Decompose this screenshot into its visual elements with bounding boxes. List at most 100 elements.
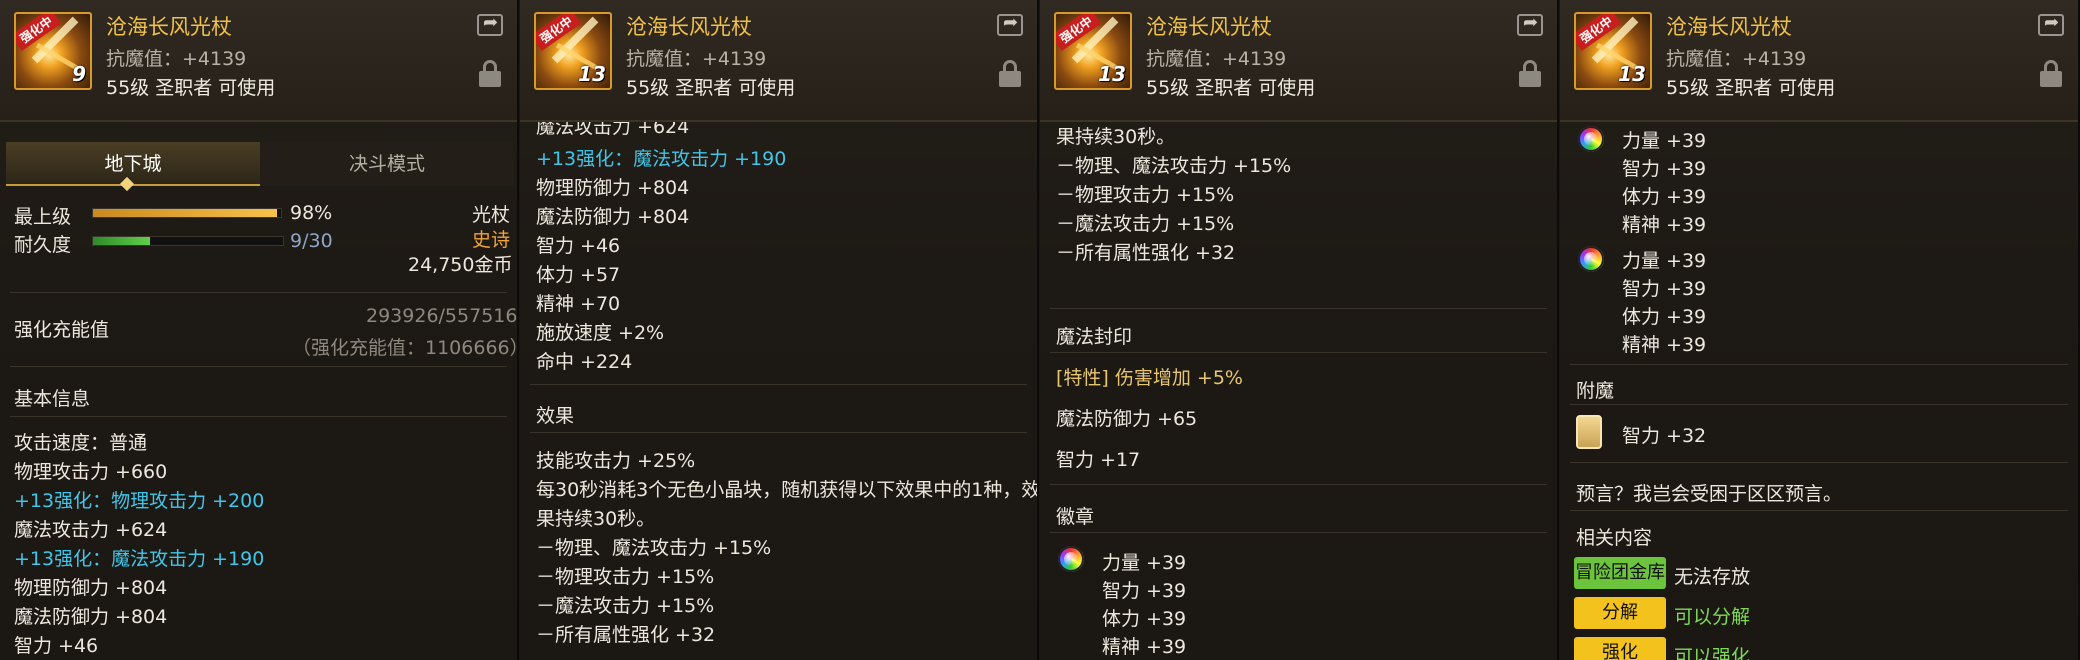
durability-value: 9/30 bbox=[290, 230, 333, 252]
item-tooltip-panel-2: 强化中 13 沧海长风光杖 抗魔值：+4139 55级 圣职者 可使用 魔法攻击… bbox=[520, 0, 1039, 660]
effect-line: －所有属性强化 +32 bbox=[1056, 242, 1236, 264]
seal-trait: [特性] 伤害增加 +5% bbox=[1056, 367, 1243, 389]
effect-line: 果持续30秒。 bbox=[536, 508, 656, 530]
lock-icon[interactable] bbox=[999, 60, 1021, 88]
emblem-stat: 精神 +39 bbox=[1102, 636, 1187, 658]
item-thumbnail: 强化中 13 bbox=[1574, 12, 1652, 90]
disassemble-badge: 分解 bbox=[1574, 597, 1666, 629]
warehouse-badge: 冒险团金库 bbox=[1574, 557, 1666, 589]
enchant-card-icon bbox=[1576, 415, 1602, 449]
reinforce-badge: 强化 bbox=[1574, 637, 1666, 660]
item-header: 强化中 13 沧海长风光杖 抗魔值：+4139 55级 圣职者 可使用 bbox=[1560, 0, 2078, 122]
related-status: 无法存放 bbox=[1674, 566, 1751, 588]
effect-line: 技能攻击力 +25% bbox=[536, 450, 696, 472]
max-level-pct: 98% bbox=[290, 202, 333, 224]
charge-note: （强化充能值：1106666） bbox=[292, 337, 519, 359]
item-name: 沧海长风光杖 bbox=[1146, 15, 1272, 39]
thumb-level: 13 bbox=[1098, 62, 1126, 86]
stat-line: 智力 +46 bbox=[14, 635, 99, 657]
stat-line: 命中 +224 bbox=[536, 351, 633, 373]
item-thumbnail: 强化中 13 bbox=[534, 12, 612, 90]
item-name: 沧海长风光杖 bbox=[106, 15, 232, 39]
thumb-level: 9 bbox=[72, 62, 86, 86]
emblem-gem-icon bbox=[1058, 546, 1084, 572]
stat-line: +13强化：物理攻击力 +200 bbox=[14, 490, 265, 512]
item-requirement: 55级 圣职者 可使用 bbox=[106, 77, 276, 99]
effect-line: －魔法攻击力 +15% bbox=[536, 595, 715, 617]
divider bbox=[1050, 308, 1547, 309]
stat-line: 智力 +46 bbox=[536, 235, 621, 257]
divider bbox=[10, 292, 507, 293]
stat-line: 魔法防御力 +804 bbox=[536, 206, 690, 228]
share-icon[interactable] bbox=[477, 12, 503, 36]
emblem-stat: 精神 +39 bbox=[1622, 214, 1707, 236]
lock-icon[interactable] bbox=[1519, 60, 1541, 88]
divider bbox=[10, 366, 507, 367]
thumb-level: 13 bbox=[1618, 62, 1646, 86]
effect-line: 每30秒消耗3个无色小晶块，随机获得以下效果中的1种，效 bbox=[536, 479, 1039, 501]
enchant-title: 附魔 bbox=[1576, 380, 1615, 402]
seal-def: 魔法防御力 +65 bbox=[1056, 408, 1198, 430]
lock-icon[interactable] bbox=[479, 60, 501, 88]
emblem-stat: 体力 +39 bbox=[1102, 608, 1187, 630]
effect-line: －物理攻击力 +15% bbox=[536, 566, 715, 588]
share-icon[interactable] bbox=[1517, 12, 1543, 36]
item-price: 24,750金币 bbox=[408, 254, 513, 276]
item-requirement: 55级 圣职者 可使用 bbox=[626, 77, 796, 99]
divider bbox=[1570, 462, 2068, 463]
effect-line: －物理、魔法攻击力 +15% bbox=[536, 537, 772, 559]
thumb-level: 13 bbox=[578, 62, 606, 86]
seal-title: 魔法封印 bbox=[1056, 326, 1133, 348]
seal-int: 智力 +17 bbox=[1056, 449, 1141, 471]
item-tooltip-panel-3: 强化中 13 沧海长风光杖 抗魔值：+4139 55级 圣职者 可使用 果持续3… bbox=[1040, 0, 1559, 660]
emblem-stat: 体力 +39 bbox=[1622, 186, 1707, 208]
stat-line: 施放速度 +2% bbox=[536, 322, 665, 344]
effect-line: －物理攻击力 +15% bbox=[1056, 184, 1235, 206]
stat-line: 魔法防御力 +804 bbox=[14, 606, 168, 628]
effect-line: －物理、魔法攻击力 +15% bbox=[1056, 155, 1292, 177]
emblem-gem-icon bbox=[1578, 126, 1604, 152]
item-requirement: 55级 圣职者 可使用 bbox=[1666, 77, 1836, 99]
emblem-stat: 智力 +39 bbox=[1622, 158, 1707, 180]
max-level-bar bbox=[92, 208, 282, 218]
emblem-stat: 力量 +39 bbox=[1622, 130, 1707, 152]
emblem-stat: 精神 +39 bbox=[1622, 334, 1707, 356]
emblem-stat: 智力 +39 bbox=[1102, 580, 1187, 602]
lock-icon[interactable] bbox=[2040, 60, 2062, 88]
divider bbox=[1570, 404, 2068, 405]
share-icon[interactable] bbox=[997, 12, 1023, 36]
emblem-stat: 体力 +39 bbox=[1622, 306, 1707, 328]
item-name: 沧海长风光杖 bbox=[626, 15, 752, 39]
durability-bar bbox=[92, 236, 284, 246]
item-resist: 抗魔值：+4139 bbox=[1146, 48, 1287, 70]
related-status: 可以强化 bbox=[1674, 646, 1751, 660]
tab-duel[interactable]: 决斗模式 bbox=[260, 142, 514, 186]
item-resist: 抗魔值：+4139 bbox=[1666, 48, 1807, 70]
emblem-stat: 力量 +39 bbox=[1622, 250, 1707, 272]
tab-dungeon[interactable]: 地下城 bbox=[6, 142, 260, 186]
stat-line: 精神 +70 bbox=[536, 293, 621, 315]
item-header: 强化中 13 沧海长风光杖 抗魔值：+4139 55级 圣职者 可使用 bbox=[520, 0, 1037, 122]
emblem-stat: 智力 +39 bbox=[1622, 278, 1707, 300]
share-icon[interactable] bbox=[2038, 12, 2064, 36]
item-rarity: 史诗 bbox=[472, 229, 511, 251]
item-thumbnail: 强化中 9 bbox=[14, 12, 92, 90]
item-header: 强化中 13 沧海长风光杖 抗魔值：+4139 55级 圣职者 可使用 bbox=[1040, 0, 1557, 122]
divider bbox=[1050, 352, 1547, 353]
flavor-text: 预言？我岂会受困于区区预言。 bbox=[1576, 483, 1843, 505]
stat-line: 物理防御力 +804 bbox=[14, 577, 168, 599]
divider bbox=[530, 384, 1027, 385]
max-level-label: 最上级 bbox=[14, 206, 72, 228]
stat-line: 攻击速度：普通 bbox=[14, 432, 148, 454]
charge-label: 强化充能值 bbox=[14, 319, 110, 341]
stat-line: 物理防御力 +804 bbox=[536, 177, 690, 199]
item-requirement: 55级 圣职者 可使用 bbox=[1146, 77, 1316, 99]
divider bbox=[1570, 364, 2068, 365]
charge-value: 293926/557516 bbox=[366, 305, 518, 327]
stat-line: 物理攻击力 +660 bbox=[14, 461, 168, 483]
item-header: 强化中 9 沧海长风光杖 抗魔值：+4139 55级 圣职者 可使用 bbox=[0, 0, 517, 122]
tooltip-strip: 强化中 9 沧海长风光杖 抗魔值：+4139 55级 圣职者 可使用 地下城 决… bbox=[0, 0, 2080, 660]
divider bbox=[1570, 510, 2068, 511]
effect-title: 效果 bbox=[536, 405, 575, 427]
enchant-value: 智力 +32 bbox=[1622, 425, 1707, 447]
